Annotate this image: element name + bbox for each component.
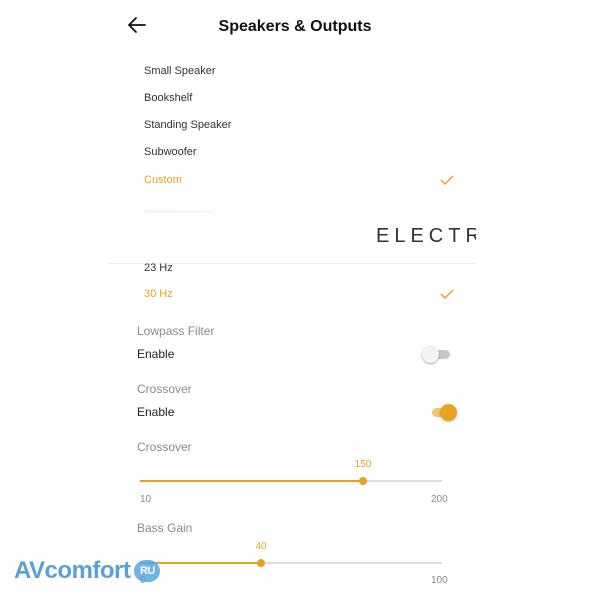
slider-fill [140,480,363,482]
bass-gain-max: 100 [431,575,448,586]
option-30hz[interactable]: 30 Hz [144,288,173,300]
bass-gain-value: 40 [255,541,267,552]
faded-row [144,210,214,213]
bass-gain-heading: Bass Gain [137,521,193,535]
crossover-slider[interactable] [140,472,442,490]
lowpass-heading: Lowpass Filter [137,324,215,338]
slider-knob[interactable] [257,559,265,567]
brand-logo: ELECTRO [376,225,476,247]
crossover-value: 150 [354,459,372,470]
option-custom[interactable]: Custom [144,174,182,186]
option-standing-speaker[interactable]: Standing Speaker [144,119,231,131]
lowpass-toggle[interactable] [422,344,452,364]
option-23hz[interactable]: 23 Hz [144,262,173,274]
crossover-min: 10 [140,494,152,505]
crossover-slider-heading: Crossover [137,440,192,454]
crossover-toggle[interactable] [428,402,458,422]
option-small-speaker[interactable]: Small Speaker [144,65,216,77]
lowpass-enable-label: Enable [137,347,175,361]
crossover-max: 200 [431,494,448,505]
check-icon [440,289,454,299]
page-title: Speakers & Outputs [218,18,372,35]
option-subwoofer[interactable]: Subwoofer [144,146,197,158]
crossover-enable-label: Enable [137,405,175,419]
watermark: AVcomfort RU [14,557,161,585]
slider-knob[interactable] [359,477,367,485]
check-icon [440,175,454,185]
bass-gain-slider[interactable] [140,554,442,572]
option-bookshelf[interactable]: Bookshelf [144,92,192,104]
crossover-heading: Crossover [137,382,192,396]
